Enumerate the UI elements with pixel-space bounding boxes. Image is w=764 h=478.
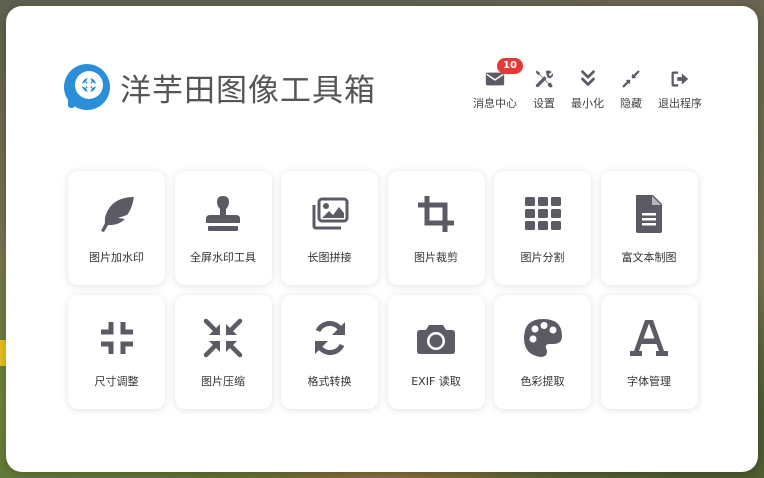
app-logo-icon	[64, 64, 110, 110]
sign-out-icon	[671, 71, 689, 87]
file-text-icon	[636, 195, 662, 233]
tool-resize[interactable]: 尺寸调整	[68, 295, 165, 409]
tool-label: EXIF 读取	[411, 375, 461, 388]
settings-button[interactable]: 设置	[533, 68, 555, 111]
tool-label: 图片分割	[520, 251, 565, 264]
tool-crop[interactable]: 图片裁剪	[387, 171, 485, 285]
images-icon	[312, 197, 348, 230]
tool-label: 富文本制图	[621, 251, 677, 264]
palette-icon	[523, 319, 562, 357]
tool-split[interactable]: 图片分割	[494, 171, 591, 285]
exit-button[interactable]: 退出程序	[658, 68, 702, 111]
app-title: 洋芋田图像工具箱	[120, 72, 376, 109]
tool-label: 色彩提取	[520, 375, 565, 388]
tool-label: 格式转换	[307, 375, 352, 388]
hide-label: 隐藏	[620, 97, 642, 110]
crop-icon	[418, 196, 454, 232]
brand: 洋芋田图像工具箱	[62, 62, 376, 112]
tool-label: 图片加水印	[89, 251, 144, 264]
tool-grid: 图片加水印 全屏水印工具 长图拼接 图片裁剪 图片分割 富文本制图 尺寸调整 图…	[68, 171, 698, 409]
feather-icon	[100, 197, 134, 232]
minimize-button[interactable]: 最小化	[571, 68, 604, 111]
tool-label: 尺寸调整	[94, 375, 139, 388]
camera-icon	[417, 325, 455, 354]
tool-rich-text-image[interactable]: 富文本制图	[600, 171, 698, 285]
tool-fullscreen-watermark[interactable]: 全屏水印工具	[174, 171, 272, 285]
exit-label: 退出程序	[658, 97, 702, 110]
sync-icon	[314, 321, 345, 355]
font-icon	[630, 320, 668, 356]
tool-exif-read[interactable]: EXIF 读取	[387, 295, 485, 409]
message-center-label: 消息中心	[473, 97, 517, 110]
tool-font-manage[interactable]: 字体管理	[600, 295, 698, 409]
tool-label: 字体管理	[627, 375, 671, 388]
tool-label: 图片压缩	[201, 375, 245, 388]
compress-diagonal-icon	[203, 318, 243, 358]
double-chevron-down-icon	[580, 70, 595, 86]
tool-compress[interactable]: 图片压缩	[174, 295, 272, 409]
tools-icon	[535, 70, 554, 88]
tool-label: 图片裁剪	[414, 251, 458, 264]
tool-long-image-stitch[interactable]: 长图拼接	[281, 171, 378, 285]
message-count-badge: 10	[497, 58, 523, 74]
tool-format-convert[interactable]: 格式转换	[281, 295, 378, 409]
grid-icon	[524, 197, 561, 230]
minimize-label: 最小化	[571, 97, 604, 110]
app-window: 洋芋田图像工具箱 10 消息中心 设置 最小化 隐藏 退出程序 图片加水印 全屏…	[6, 6, 758, 472]
tool-color-extract[interactable]: 色彩提取	[494, 295, 591, 409]
tool-label: 全屏水印工具	[190, 251, 256, 264]
tool-add-watermark[interactable]: 图片加水印	[68, 171, 165, 285]
compress-arrows-icon	[100, 322, 133, 354]
topbar: 10 消息中心 设置 最小化 隐藏 退出程序	[473, 58, 702, 111]
hide-button[interactable]: 隐藏	[620, 68, 642, 111]
settings-label: 设置	[533, 97, 555, 110]
tool-label: 长图拼接	[307, 251, 352, 264]
message-center-button[interactable]: 10 消息中心	[473, 58, 523, 111]
stamp-icon	[206, 196, 240, 231]
compress-icon	[622, 70, 640, 88]
